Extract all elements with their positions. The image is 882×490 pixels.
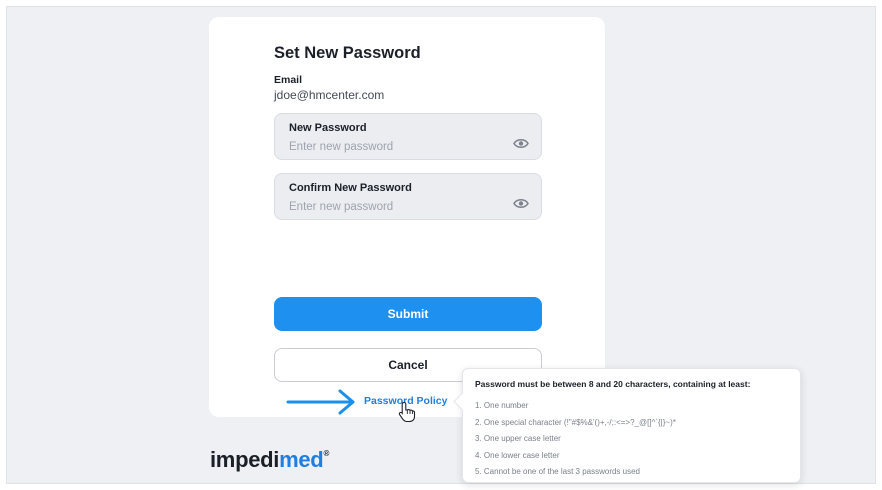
- page-title: Set New Password: [274, 44, 421, 62]
- email-value: jdoe@hmcenter.com: [274, 88, 385, 102]
- eye-icon[interactable]: [513, 198, 529, 209]
- email-label: Email: [274, 74, 303, 86]
- logo-registered-mark: ®: [323, 449, 330, 458]
- policy-rule: 1. One number: [475, 401, 529, 410]
- new-password-input[interactable]: [289, 139, 489, 155]
- new-password-field[interactable]: New Password: [274, 113, 542, 160]
- password-policy-tooltip: Password must be between 8 and 20 charac…: [453, 368, 801, 483]
- eye-icon[interactable]: [513, 138, 529, 149]
- confirm-password-input[interactable]: [289, 199, 489, 215]
- submit-button[interactable]: Submit: [274, 297, 542, 331]
- policy-rule: 3. One upper case letter: [475, 434, 561, 443]
- hand-cursor-icon: [398, 401, 416, 423]
- policy-rules-list: 1. One number 2. One special character (…: [475, 398, 676, 481]
- logo-highlight: med: [279, 447, 324, 472]
- arrow-right-icon: [286, 389, 355, 415]
- policy-rule: 2. One special character (!"#$%&'()+,-/;…: [475, 417, 676, 427]
- policy-rule: 5. Cannot be one of the last 3 passwords…: [475, 467, 640, 476]
- impedimed-logo: impedimed®: [210, 447, 329, 473]
- logo-prefix: impedi: [210, 447, 280, 472]
- confirm-password-label: Confirm New Password: [289, 182, 412, 194]
- policy-rule: 4. One lower case letter: [475, 450, 560, 460]
- new-password-label: New Password: [289, 122, 367, 134]
- confirm-password-field[interactable]: Confirm New Password: [274, 173, 542, 220]
- tooltip-title: Password must be between 8 and 20 charac…: [475, 379, 751, 389]
